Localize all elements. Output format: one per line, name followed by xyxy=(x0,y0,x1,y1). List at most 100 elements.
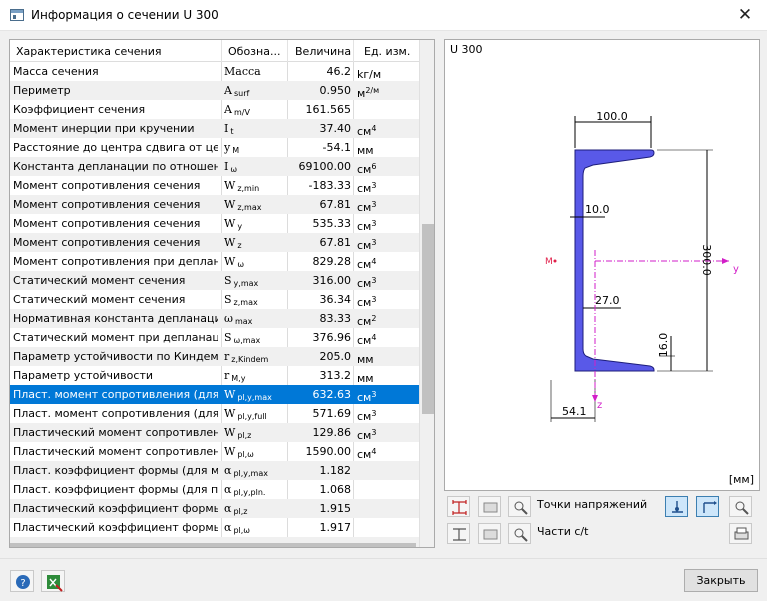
symbol-subscript: z xyxy=(237,241,242,250)
vertical-scrollbar[interactable] xyxy=(419,40,434,547)
unit-superscript: 2/м xyxy=(365,86,380,95)
symbol-main: Масса xyxy=(224,65,261,78)
column-header-value[interactable]: Величина xyxy=(295,45,353,58)
table-row[interactable]: Пластический момент сопротивления Wpl,z 12… xyxy=(10,423,419,442)
table-row[interactable]: Статический момент сечения Sy,max 316.00 см… xyxy=(10,271,419,290)
unit-main: мм xyxy=(357,353,374,366)
horizontal-scrollbar-thumb[interactable] xyxy=(10,543,416,547)
table-row[interactable]: Пласт. коэффициент формы (для макс. αpl,y… xyxy=(10,461,419,480)
unit-superscript: 6 xyxy=(371,162,377,171)
dim-ez-label: 54.1 xyxy=(562,405,587,418)
table-row[interactable]: Пластический коэффициент формы α pl,ω 1.917 xyxy=(10,518,419,537)
column-header-property[interactable]: Характеристика сечения xyxy=(16,45,221,58)
property-name: Коэффициент сечения xyxy=(13,103,146,116)
property-symbol: r z,Kindem xyxy=(224,347,288,366)
stress-points-toggle[interactable] xyxy=(665,496,688,517)
unit-main: мм xyxy=(357,372,374,385)
property-name: Пластический момент сопротивления xyxy=(13,426,218,439)
symbol-subscript: max xyxy=(234,317,253,326)
property-name: Статический момент при депланации xyxy=(13,331,218,344)
table-row[interactable]: Нормативная константа депланации ω max 83.3… xyxy=(10,309,419,328)
table-row[interactable]: Момент инерции при кручении It 37.40 см4 xyxy=(10,119,419,138)
table-row[interactable]: Статический момент при депланации Sω,max 3… xyxy=(10,328,419,347)
table-row[interactable]: Масса сечения Масса 46.2 kг/м xyxy=(10,62,419,81)
symbol-subscript: z,Kindem xyxy=(231,355,269,364)
table-row[interactable]: Момент сопротивления при депланации Wω 829… xyxy=(10,252,419,271)
display-options: Точки напряжений Части c/t xyxy=(444,491,760,549)
numbering-button[interactable] xyxy=(478,496,501,517)
symbol-main: r xyxy=(224,369,230,382)
unit-main: см xyxy=(357,448,372,461)
table-row[interactable]: Периметр Asurf 0.950 м2/м xyxy=(10,81,419,100)
table-body: Масса сечения Масса 46.2 kг/м Периметр Asurf 0… xyxy=(10,62,419,547)
show-dimensions-button[interactable] xyxy=(447,496,470,517)
unit-superscript: 3 xyxy=(371,295,377,304)
unit-superscript: 4 xyxy=(371,124,377,133)
table-row[interactable]: Пласт. коэффициент формы (для полно αpl,y… xyxy=(10,480,419,499)
property-symbol: α pl,ω xyxy=(224,518,288,537)
property-name: Момент сопротивления сечения xyxy=(13,236,201,249)
table-row[interactable]: Пластический момент сопротивления пр Wpl,… xyxy=(10,442,419,461)
unit-superscript: 4 xyxy=(371,257,377,266)
column-header-unit[interactable]: Ед. изм. xyxy=(364,45,416,58)
table-row[interactable]: Пласт. момент сопротивления (для макс. Wp… xyxy=(10,385,419,404)
property-name: Пластический момент сопротивления пр xyxy=(13,445,218,458)
symbol-subscript: y xyxy=(237,222,243,231)
scrollbar-thumb[interactable] xyxy=(422,224,434,414)
property-value: 829.28 xyxy=(312,255,352,268)
table-row[interactable]: Пласт. момент сопротивления (для полн Wpl… xyxy=(10,404,419,423)
property-unit: см3 xyxy=(357,176,415,195)
symbol-main: I xyxy=(224,122,229,135)
table-row[interactable]: Константа депланации по отношению к Iω 691… xyxy=(10,157,419,176)
table-row[interactable]: Момент сопротивления сечения Wy 535.33 см3 xyxy=(10,214,419,233)
property-symbol: ω max xyxy=(224,309,288,328)
property-value: 129.86 xyxy=(312,426,352,439)
unit-main: мм xyxy=(357,144,374,157)
property-value: 1.068 xyxy=(319,483,352,496)
table-row[interactable]: Параметр устойчивости r M,y 313.2 мм xyxy=(10,366,419,385)
property-name: Пластический коэффициент формы xyxy=(13,521,218,534)
horizontal-scrollbar[interactable] xyxy=(10,542,419,547)
property-unit: см3 xyxy=(357,233,415,252)
property-name: Пласт. коэффициент формы (для макс. xyxy=(13,464,218,477)
export-excel-button[interactable] xyxy=(41,570,65,592)
property-symbol: Sz,max xyxy=(224,290,288,309)
table-row[interactable]: Коэффициент сечения Am/V 161.565 xyxy=(10,100,419,119)
symbol-main: W xyxy=(224,236,236,249)
table-row[interactable]: Пластический коэффициент формы α pl,z 1.915 xyxy=(10,499,419,518)
property-name: Пластический коэффициент формы xyxy=(13,502,218,515)
table-row[interactable]: Момент сопротивления сечения Wz,max 67.81 с… xyxy=(10,195,419,214)
options-button[interactable] xyxy=(729,496,752,517)
close-button[interactable]: Закрыть xyxy=(684,569,758,592)
unit-main: см xyxy=(357,410,372,423)
table-row[interactable]: Момент сопротивления сечения Wz 67.81 см3 xyxy=(10,233,419,252)
property-name: Момент сопротивления сечения xyxy=(13,217,201,230)
property-value: 313.2 xyxy=(319,369,352,382)
symbol-subscript: pl,ω xyxy=(237,450,254,459)
table-row[interactable]: Параметр устойчивости по Киндему r z,Kinde… xyxy=(10,347,419,366)
unit-superscript: 3 xyxy=(371,428,377,437)
table-row[interactable]: Расстояние до центра сдвига от центра yM -… xyxy=(10,138,419,157)
table-row[interactable]: Статический момент сечения Sz,max 36.34 см3 xyxy=(10,290,419,309)
property-symbol: Wz,max xyxy=(224,195,288,214)
property-value: 205.0 xyxy=(319,350,352,363)
column-header-symbol[interactable]: Обозна... xyxy=(228,45,286,58)
help-button[interactable]: ? xyxy=(10,570,34,592)
symbol-subscript: m/V xyxy=(233,108,250,117)
zoom-detail-button[interactable] xyxy=(508,496,531,517)
print-button[interactable] xyxy=(729,523,752,544)
ct-numbering-button[interactable] xyxy=(478,523,501,544)
property-name: Пласт. момент сопротивления (для полн xyxy=(13,407,218,420)
symbol-subscript: ω xyxy=(237,260,245,269)
table-row[interactable]: Момент сопротивления сечения Wz,min -183.3… xyxy=(10,176,419,195)
axes-toggle[interactable] xyxy=(696,496,719,517)
symbol-main: ω xyxy=(224,312,233,325)
property-symbol: Am/V xyxy=(224,100,288,119)
symbol-main: W xyxy=(224,407,236,420)
property-symbol: Sω,max xyxy=(224,328,288,347)
ct-zoom-button[interactable] xyxy=(508,523,531,544)
ct-dimensions-button[interactable] xyxy=(447,523,470,544)
property-value: 1590.00 xyxy=(305,445,352,458)
property-value: 161.565 xyxy=(305,103,352,116)
close-window-button[interactable]: ✕ xyxy=(730,3,760,27)
